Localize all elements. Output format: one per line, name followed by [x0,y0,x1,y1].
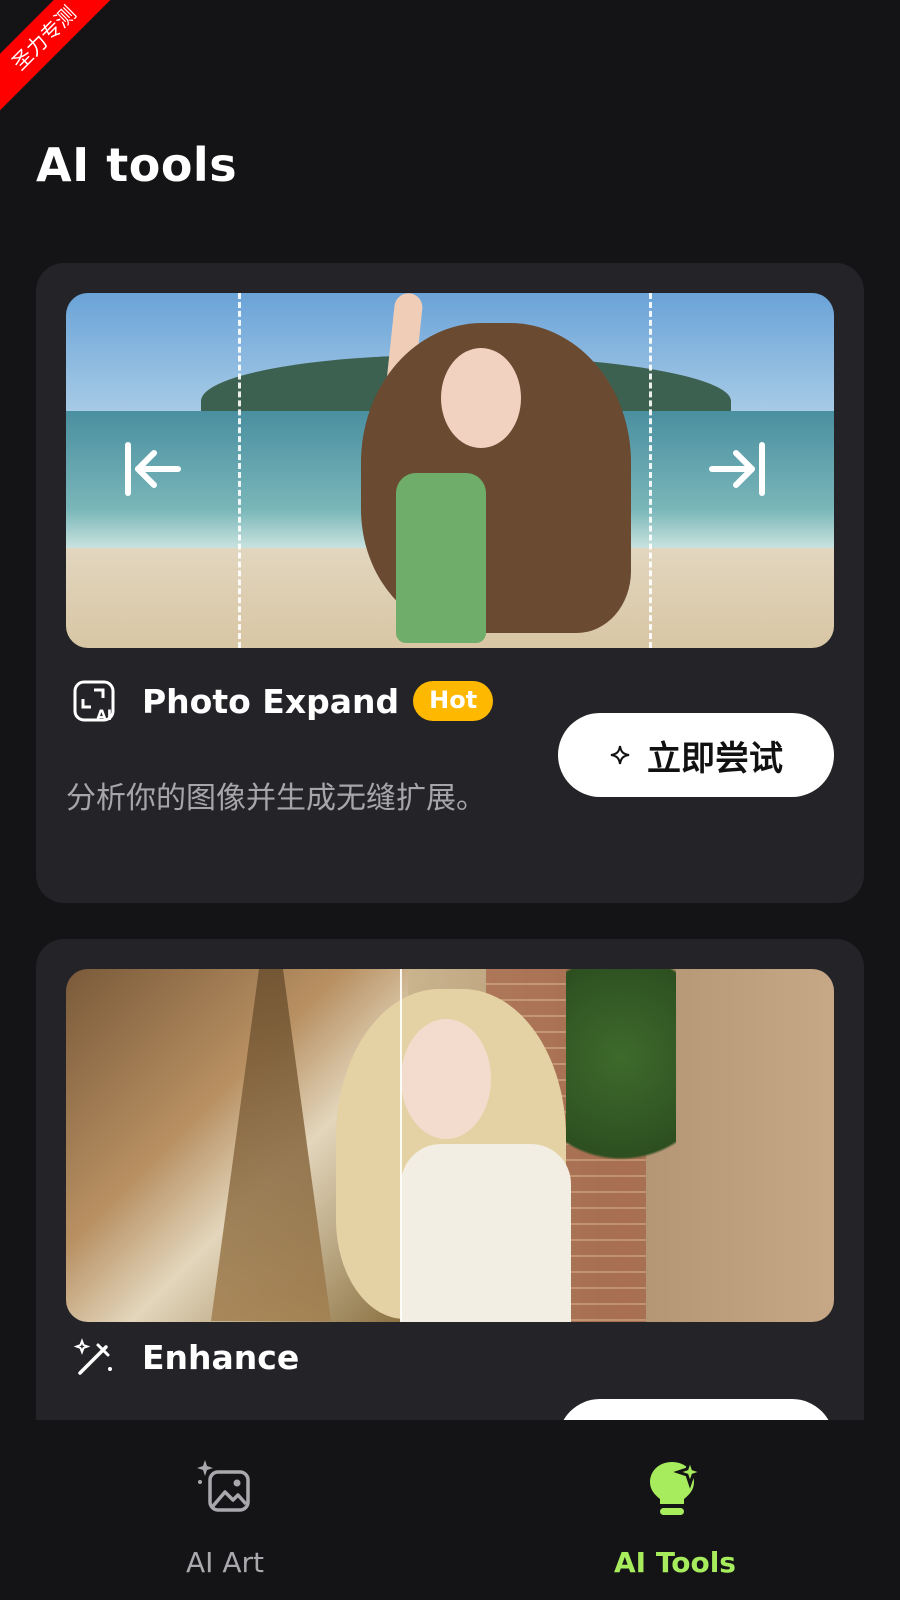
enhance-header: Enhance [72,1335,299,1379]
try-now-button[interactable] [558,1399,834,1420]
try-now-button[interactable]: 立即尝试 [558,713,834,797]
tool-description: 分析你的图像并生成无缝扩展。 [66,781,486,816]
hot-badge: Hot [413,681,494,721]
enhance-preview-image [66,969,834,1322]
expand-ai-icon: AI [73,680,115,723]
page-title: AI tools [36,138,238,192]
tool-name: Photo Expand [142,681,400,721]
nav-item-ai-art[interactable]: AI Art [0,1420,450,1600]
try-now-label: 立即尝试 [647,738,783,779]
arrow-left-icon [125,442,181,496]
expand-boundary-right [649,293,652,648]
tool-name: Enhance [142,1337,300,1377]
expand-boundary-left [238,293,241,648]
sparkle-icon [610,745,630,765]
svg-text:AI: AI [96,708,112,723]
nav-item-ai-tools[interactable]: AI Tools [450,1420,900,1600]
tools-scroll-area[interactable]: AI tools AI Photo Expand Hot 分析你的图像并生成无缝… [0,0,900,1420]
arrow-right-icon [709,442,765,496]
nav-label: AI Tools [614,1546,736,1579]
before-after-divider[interactable] [400,969,402,1322]
magic-wand-icon [73,1338,112,1375]
tool-card-enhance[interactable]: Enhance [36,939,864,1420]
nav-label: AI Art [186,1546,264,1579]
bulb-sparkle-icon [650,1458,704,1515]
photo-expand-header: AI Photo Expand Hot [72,679,494,723]
image-sparkle-icon [197,1460,250,1512]
bottom-nav: AI Art AI Tools [0,1420,900,1600]
photo-expand-preview-image [66,293,834,648]
tool-card-photo-expand[interactable]: AI Photo Expand Hot 分析你的图像并生成无缝扩展。 立即尝试 [36,263,864,903]
